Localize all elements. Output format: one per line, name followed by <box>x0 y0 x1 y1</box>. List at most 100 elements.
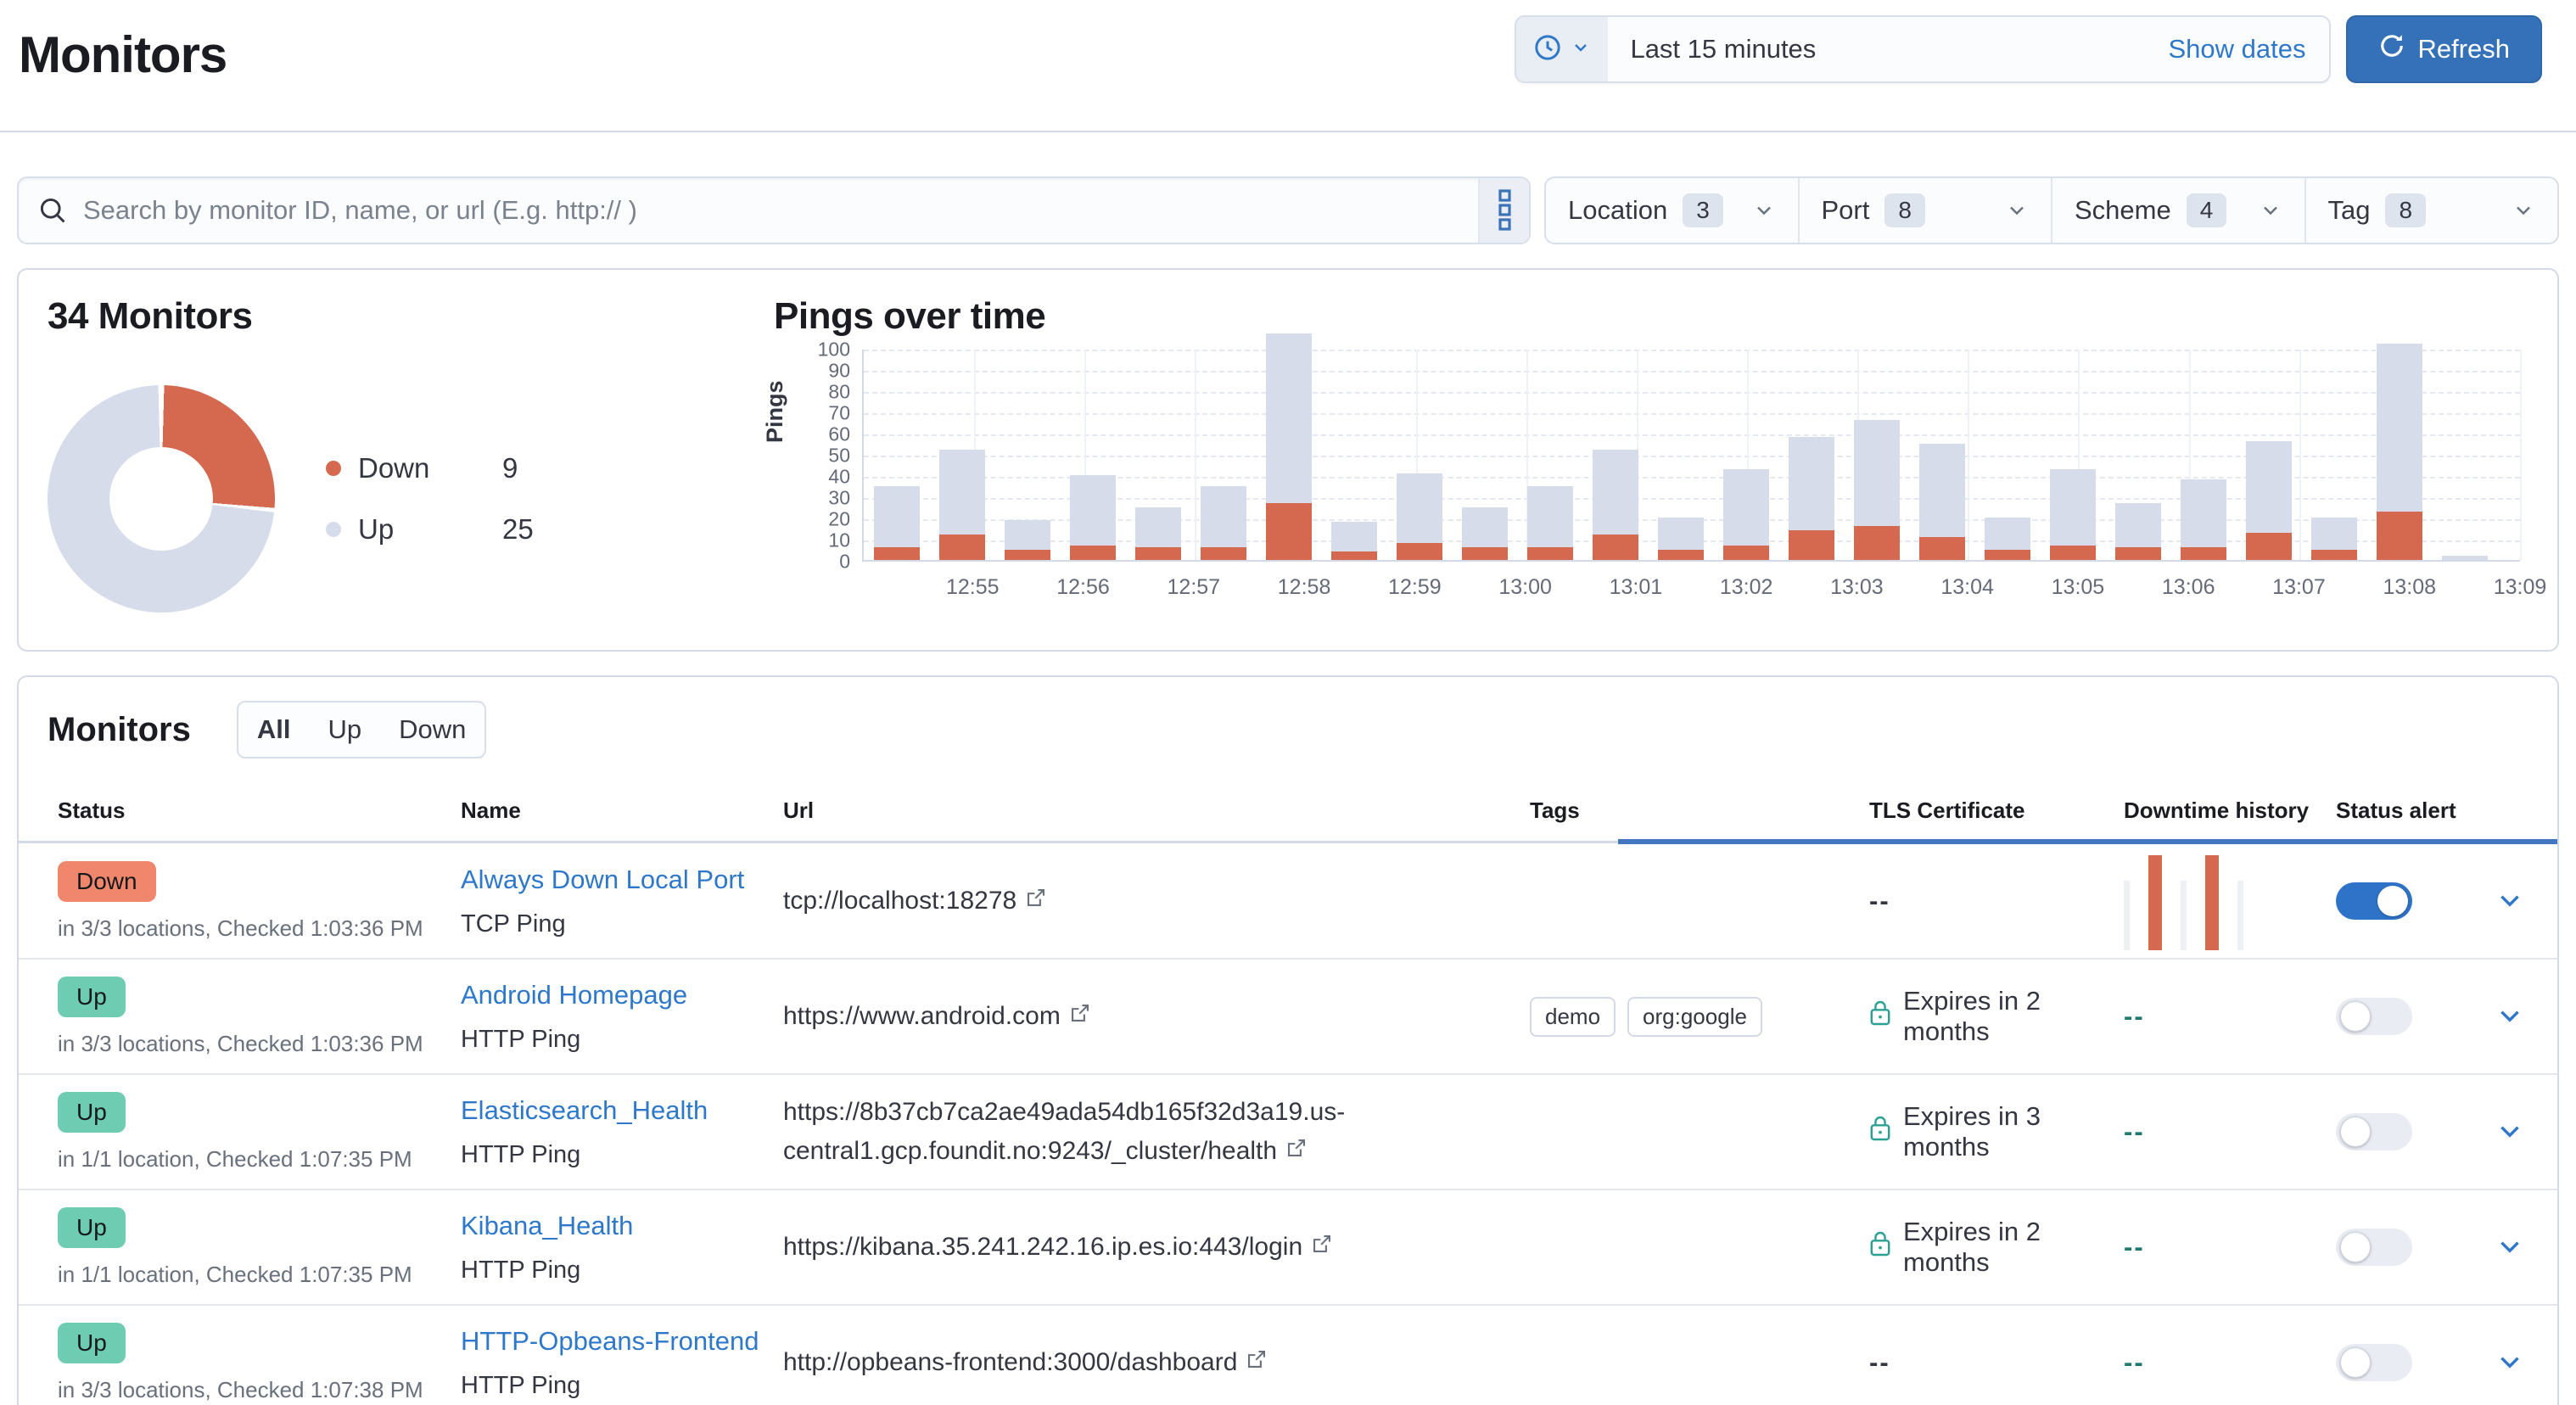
monitors-donut-chart <box>48 385 275 613</box>
time-range-value[interactable]: Last 15 minutes <box>1608 34 2168 64</box>
pings-bar[interactable] <box>1854 420 1900 560</box>
y-tick-label: 80 <box>828 381 850 404</box>
checked-timestamp: in 3/3 locations, Checked 1:03:36 PM <box>58 1031 461 1057</box>
filter-label: Scheme <box>2075 195 2171 226</box>
pings-bar[interactable] <box>1919 444 1965 561</box>
pings-bar[interactable] <box>1658 518 1704 560</box>
monitor-name-link[interactable]: Always Down Local Port <box>461 865 744 895</box>
monitor-url[interactable]: https://8b37cb7ca2ae49ada54db165f32d3a19… <box>783 1098 1345 1166</box>
checked-timestamp: in 1/1 location, Checked 1:07:35 PM <box>58 1262 461 1288</box>
downtime-sparkline-chart <box>2124 852 2336 950</box>
status-alert-toggle[interactable] <box>2336 882 2412 920</box>
pings-bar[interactable] <box>1593 450 1638 560</box>
toggle-knob <box>2340 1001 2371 1032</box>
status-alert-cell <box>2336 1344 2480 1381</box>
pings-bar[interactable] <box>1266 333 1312 561</box>
pings-bar[interactable] <box>1331 522 1377 560</box>
pings-bar[interactable] <box>1135 507 1181 561</box>
pings-bar[interactable] <box>2311 518 2357 560</box>
monitor-name-link[interactable]: HTTP-Opbeans-Frontend <box>461 1326 759 1357</box>
external-link-icon <box>1311 1228 1333 1268</box>
tab-all[interactable]: All <box>257 714 291 745</box>
date-picker[interactable]: Last 15 minutes Show dates <box>1515 15 2331 83</box>
status-alert-cell <box>2336 1113 2480 1150</box>
filter-scheme[interactable]: Scheme4 <box>2052 178 2306 243</box>
expand-row-button[interactable] <box>2480 1002 2540 1031</box>
show-dates-link[interactable]: Show dates <box>2168 34 2329 64</box>
status-cell: Upin 1/1 location, Checked 1:07:35 PM <box>58 1092 461 1173</box>
refresh-button[interactable]: Refresh <box>2346 15 2542 83</box>
monitor-url[interactable]: https://kibana.35.241.242.16.ip.es.io:44… <box>783 1233 1302 1261</box>
query-menu-button[interactable] <box>1478 178 1529 243</box>
column-header-tags: Tags <box>1530 798 1869 824</box>
monitor-name-link[interactable]: Kibana_Health <box>461 1211 633 1241</box>
pings-bar[interactable] <box>1397 473 1442 561</box>
tab-up[interactable]: Up <box>328 714 362 745</box>
pings-bar[interactable] <box>1789 437 1834 560</box>
search-and-filters-row: Location3Port8Scheme4Tag8 <box>17 176 2559 244</box>
downtime-history-cell: -- <box>2124 1117 2336 1147</box>
monitor-url[interactable]: tcp://localhost:18278 <box>783 887 1016 915</box>
external-link-icon <box>1285 1132 1308 1172</box>
monitor-name-link[interactable]: Elasticsearch_Health <box>461 1095 708 1126</box>
bar-up-segment <box>2050 469 2096 546</box>
pings-bar[interactable] <box>1005 520 1050 561</box>
date-quick-select-button[interactable] <box>1516 17 1608 81</box>
filter-count-badge: 3 <box>1683 193 1723 227</box>
pings-bar[interactable] <box>874 486 920 561</box>
pings-bar[interactable] <box>2246 441 2292 560</box>
filter-tag[interactable]: Tag8 <box>2306 178 2558 243</box>
pings-bar[interactable] <box>1070 475 1116 560</box>
filter-label: Tag <box>2328 195 2371 226</box>
expand-row-button[interactable] <box>2480 887 2540 915</box>
bar-group <box>1256 333 1321 561</box>
expand-row-button[interactable] <box>2480 1348 2540 1377</box>
pings-bar[interactable] <box>2115 503 2161 561</box>
external-link-icon <box>1246 1343 1268 1383</box>
filter-port[interactable]: Port8 <box>1800 178 2053 243</box>
tab-down[interactable]: Down <box>399 714 466 745</box>
expand-row-chevron-icon <box>2495 1002 2524 1031</box>
y-tick-label: 0 <box>839 551 850 574</box>
column-header-name: Name <box>461 798 783 824</box>
expand-row-button[interactable] <box>2480 1117 2540 1146</box>
tag-badge[interactable]: org:google <box>1627 997 1762 1037</box>
bar-up-segment <box>2311 518 2357 550</box>
pings-bar[interactable] <box>2050 469 2096 561</box>
bar-down-segment <box>2311 550 2357 561</box>
pings-bar[interactable] <box>1201 486 1246 561</box>
chevron-down-icon <box>1571 37 1591 62</box>
status-alert-toggle[interactable] <box>2336 998 2412 1035</box>
pings-bar[interactable] <box>1723 469 1769 561</box>
table-row: Downin 3/3 locations, Checked 1:03:36 PM… <box>19 844 2557 960</box>
filter-location[interactable]: Location3 <box>1546 178 1800 243</box>
column-header-expand <box>2480 798 2540 824</box>
monitor-type: HTTP Ping <box>461 1257 783 1285</box>
pings-bar[interactable] <box>2181 479 2226 560</box>
monitor-url[interactable]: https://www.android.com <box>783 1002 1061 1030</box>
pings-bar[interactable] <box>1527 486 1573 561</box>
x-tick-label: 13:04 <box>1940 575 1994 600</box>
bar-up-segment <box>1005 520 1050 550</box>
tls-expiry-text: Expires in 3 months <box>1903 1101 2124 1162</box>
status-alert-toggle[interactable] <box>2336 1113 2412 1150</box>
pings-bar[interactable] <box>1985 518 2030 560</box>
x-tick-label: 13:00 <box>1498 575 1552 600</box>
status-alert-toggle[interactable] <box>2336 1229 2412 1266</box>
sparkline-bar <box>2181 881 2187 950</box>
tag-badge[interactable]: demo <box>1530 997 1616 1037</box>
search-input[interactable] <box>83 178 1478 243</box>
monitor-name-link[interactable]: Android Homepage <box>461 980 687 1010</box>
status-cell: Upin 3/3 locations, Checked 1:03:36 PM <box>58 977 461 1057</box>
downtime-empty-value: -- <box>2124 1232 2145 1262</box>
pings-bar[interactable] <box>1462 507 1508 561</box>
monitor-url[interactable]: http://opbeans-frontend:3000/dashboard <box>783 1348 1237 1376</box>
legend-dot-up <box>326 522 341 537</box>
url-cell: http://opbeans-frontend:3000/dashboard <box>783 1343 1530 1383</box>
pings-bar[interactable] <box>939 450 985 560</box>
expand-row-button[interactable] <box>2480 1233 2540 1262</box>
status-alert-toggle[interactable] <box>2336 1344 2412 1381</box>
pings-bar[interactable] <box>2377 344 2422 560</box>
bar-up-segment <box>1985 518 2030 550</box>
pings-bar[interactable] <box>2442 556 2488 560</box>
